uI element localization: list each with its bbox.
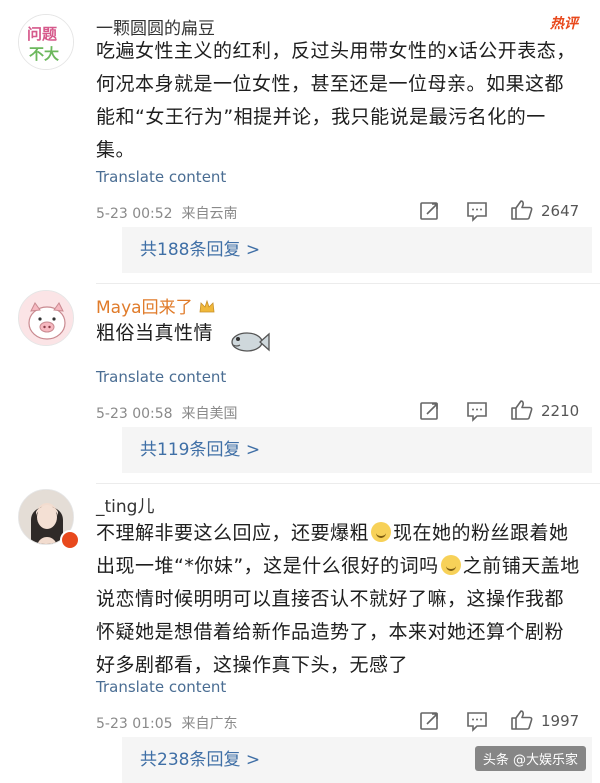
comment-icon[interactable] [465,709,489,733]
comment-text: 粗俗当真性情 [96,322,214,344]
comment-location: 来自美国 [181,406,238,422]
like-count: 1997 [541,712,580,730]
comment-time: 5-23 01:05 [96,716,173,732]
comment-location: 来自广东 [181,716,238,732]
comment-meta: 5-23 01:05 来自广东 [96,713,237,733]
share-icon[interactable] [418,199,442,223]
view-replies-button[interactable]: 共188条回复 > [122,227,592,273]
divider [96,483,600,484]
comment-time: 5-23 00:58 [96,406,173,422]
pig-avatar-icon [19,291,73,345]
translate-link[interactable]: Translate content [96,168,226,186]
comment-meta: 5-23 00:58 来自美国 [96,403,237,423]
translate-link[interactable]: Translate content [96,368,226,386]
sweat-emoji-icon [371,522,392,542]
comment-icon[interactable] [465,199,489,223]
like-icon[interactable] [510,198,534,222]
comment-text: 吃遍女性主义的红利，反过头用带女性的x话公开表态，何况本身就是一位女性，甚至还是… [96,40,576,161]
fish-sticker-icon [231,332,270,352]
comment-username-text: Maya回来了 [96,298,193,318]
comment-text-part: 不理解非要这么回应，还要爆粗 [96,522,370,544]
avatar[interactable] [18,290,74,346]
share-icon[interactable] [418,709,442,733]
watermark: 头条 @大娱乐家 [474,746,586,771]
comment-username[interactable]: _ting儿 [96,492,154,517]
like-count: 2210 [541,402,580,420]
comment-time: 5-23 00:52 [96,206,173,222]
divider [96,283,600,284]
sweat-emoji-icon [440,555,461,575]
verified-badge-icon [60,530,80,550]
avatar[interactable]: 问题 不大 [18,14,74,70]
vip-crown-icon [198,299,216,315]
comment-icon[interactable] [465,399,489,423]
like-count: 2647 [541,202,580,220]
like-icon[interactable] [510,398,534,422]
svg-text:不大: 不大 [29,45,59,63]
translate-link[interactable]: Translate content [96,678,226,696]
view-replies-button[interactable]: 共119条回复 > [122,427,592,473]
avatar-doodle-icon: 问题 不大 [19,15,73,69]
comment-username[interactable]: Maya回来了 [96,293,216,318]
share-icon[interactable] [418,399,442,423]
hot-comment-badge: 热评 [550,16,578,32]
comment-text: 不理解非要这么回应，还要爆粗 现在她的粉丝跟着她出现一堆“*你妹”，这是什么很好的… [96,517,580,682]
comment-location: 来自云南 [181,206,238,222]
like-icon[interactable] [510,708,534,732]
comment-meta: 5-23 00:52 来自云南 [96,203,237,223]
svg-text:问题: 问题 [27,25,58,43]
